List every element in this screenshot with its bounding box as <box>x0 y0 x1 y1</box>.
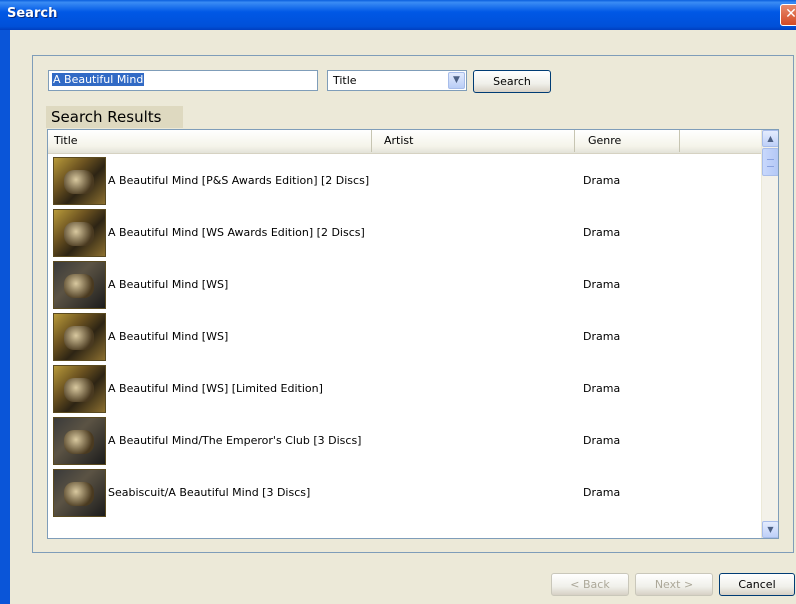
cover-thumbnail <box>53 209 106 257</box>
search-field-dropdown[interactable]: Title ▼ <box>327 70 467 91</box>
row-genre: Drama <box>583 174 621 187</box>
chevron-up-icon: ▲ <box>767 134 774 143</box>
column-header-artist[interactable]: Artist <box>372 130 575 152</box>
row-genre: Drama <box>583 382 621 395</box>
column-header-filler <box>680 130 761 152</box>
table-row[interactable]: Seabiscuit/A Beautiful Mind [3 Discs] Dr… <box>48 465 761 517</box>
scroll-up-button[interactable]: ▲ <box>762 130 778 147</box>
search-results-label: Search Results <box>46 106 183 128</box>
close-icon: ✕ <box>785 6 796 22</box>
column-header-genre[interactable]: Genre <box>575 130 680 152</box>
back-button[interactable]: < Back <box>551 573 629 596</box>
scroll-down-button[interactable]: ▼ <box>762 521 778 538</box>
scrollbar-thumb[interactable] <box>762 148 778 176</box>
results-list[interactable]: Title Artist Genre A Beautiful Mind [P&S… <box>47 129 779 539</box>
cover-thumbnail <box>53 313 106 361</box>
chevron-down-icon: ▼ <box>453 75 460 85</box>
vertical-scrollbar[interactable]: ▲ ▼ <box>761 130 778 538</box>
search-input-value: A Beautiful Mind <box>52 73 145 86</box>
close-button[interactable]: ✕ <box>780 4 796 26</box>
cover-thumbnail <box>53 417 106 465</box>
table-row[interactable]: A Beautiful Mind [WS Awards Edition] [2 … <box>48 205 761 257</box>
cover-thumbnail <box>53 261 106 309</box>
row-genre: Drama <box>583 434 621 447</box>
row-title: A Beautiful Mind [WS] <box>108 330 229 343</box>
cancel-button[interactable]: Cancel <box>719 573 795 596</box>
table-row[interactable]: A Beautiful Mind [WS] Drama <box>48 309 761 361</box>
cover-thumbnail <box>53 157 106 205</box>
row-genre: Drama <box>583 226 621 239</box>
table-row[interactable]: A Beautiful Mind [P&S Awards Edition] [2… <box>48 153 761 205</box>
row-genre: Drama <box>583 278 621 291</box>
next-button[interactable]: Next > <box>635 573 713 596</box>
row-title: Seabiscuit/A Beautiful Mind [3 Discs] <box>108 486 311 499</box>
cover-thumbnail <box>53 365 106 413</box>
row-title: A Beautiful Mind [WS] <box>108 278 229 291</box>
row-genre: Drama <box>583 330 621 343</box>
search-button[interactable]: Search <box>473 70 551 93</box>
row-title: A Beautiful Mind [WS] [Limited Edition] <box>108 382 323 395</box>
window-frame-left <box>0 30 10 604</box>
row-title: A Beautiful Mind [P&S Awards Edition] [2… <box>108 174 370 187</box>
search-field-value: Title <box>333 74 357 87</box>
title-bar[interactable]: Search ✕ <box>0 0 796 30</box>
column-header-title[interactable]: Title <box>48 130 372 152</box>
list-header: Title Artist Genre <box>48 130 761 154</box>
row-title: A Beautiful Mind [WS Awards Edition] [2 … <box>108 226 365 239</box>
row-title: A Beautiful Mind/The Emperor's Club [3 D… <box>108 434 362 447</box>
table-row[interactable]: A Beautiful Mind [WS] Drama <box>48 257 761 309</box>
row-genre: Drama <box>583 486 621 499</box>
search-input[interactable]: A Beautiful Mind <box>48 70 318 91</box>
cover-thumbnail <box>53 469 106 517</box>
table-row[interactable]: A Beautiful Mind [WS] [Limited Edition] … <box>48 361 761 413</box>
chevron-down-icon: ▼ <box>767 525 774 534</box>
window-title: Search <box>7 6 58 21</box>
dropdown-button[interactable]: ▼ <box>448 72 465 89</box>
table-row[interactable]: A Beautiful Mind/The Emperor's Club [3 D… <box>48 413 761 465</box>
